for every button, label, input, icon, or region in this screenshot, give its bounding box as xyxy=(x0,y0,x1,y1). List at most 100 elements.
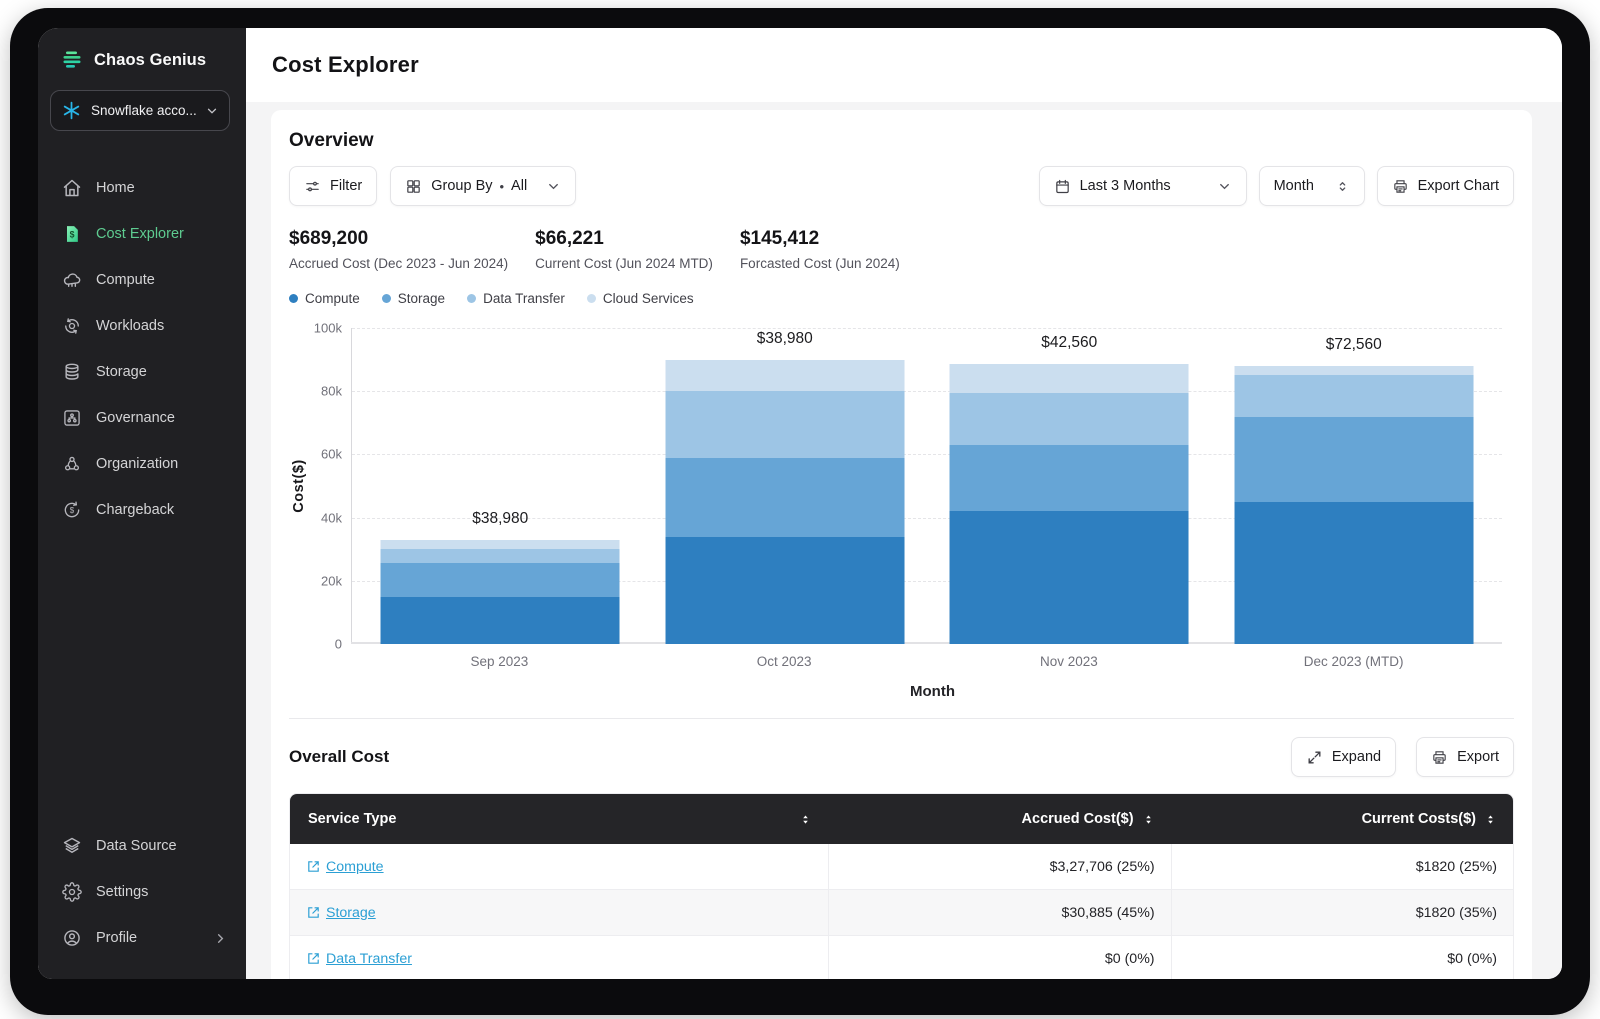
bar-value-label: $38,980 xyxy=(756,329,813,347)
bar-segment-cloud-services[interactable] xyxy=(949,364,1189,393)
x-axis-labels: Sep 2023 Oct 2023 Nov 2023 Dec 2023 (MTD) xyxy=(351,654,1502,669)
stacked-bar[interactable] xyxy=(1234,365,1474,644)
stat-label: Accrued Cost (Dec 2023 - Jun 2024) xyxy=(289,256,509,271)
external-link-icon xyxy=(308,907,319,918)
bar-segment-storage[interactable] xyxy=(949,444,1189,512)
sidebar-item-home[interactable]: Home xyxy=(38,165,246,211)
bar-segment-data-transfer[interactable] xyxy=(1234,375,1474,417)
accrued-cost-value: $30,885 (45%) xyxy=(828,890,1170,935)
bar-segment-cloud-services[interactable] xyxy=(1234,365,1474,376)
sidebar-item-organization[interactable]: Organization xyxy=(38,441,246,487)
data-transfer-link[interactable]: Data Transfer xyxy=(306,951,412,967)
granularity-value: Month xyxy=(1273,178,1314,194)
storage-link[interactable]: Storage xyxy=(306,905,376,921)
table-row-compute: Compute $3,27,706 (25%) $1820 (25%) xyxy=(290,844,1513,890)
date-range-select[interactable]: Last 3 Months xyxy=(1038,166,1247,206)
filter-sliders-icon xyxy=(306,181,319,191)
legend-item-cloud-services: Cloud Services xyxy=(586,291,694,306)
sidebar-item-label: Organization xyxy=(96,456,179,472)
filter-button[interactable]: Filter xyxy=(289,166,378,206)
current-cost-value: $0 (0%) xyxy=(1170,936,1513,979)
stacked-bar[interactable] xyxy=(949,364,1189,644)
chargeback-icon: $ xyxy=(64,501,80,518)
export-button[interactable]: Export xyxy=(1416,737,1514,777)
export-csv-icon xyxy=(1433,750,1446,764)
bar-segment-compute[interactable] xyxy=(665,536,905,644)
sidebar-item-settings[interactable]: Settings xyxy=(38,869,246,915)
bar-segment-data-transfer[interactable] xyxy=(665,391,905,458)
legend-label: Compute xyxy=(305,291,360,306)
current-cost-value: $1820 (25%) xyxy=(1170,844,1513,889)
sidebar-item-data-source[interactable]: Data Source xyxy=(38,823,246,869)
sidebar-item-label: Chargeback xyxy=(96,502,175,518)
chaos-genius-logo-icon xyxy=(63,51,81,68)
bar-segment-compute[interactable] xyxy=(949,511,1189,644)
sort-icon xyxy=(1145,814,1151,824)
expand-label: Expand xyxy=(1331,749,1382,765)
sidebar-item-storage[interactable]: Storage xyxy=(38,349,246,395)
up-down-chevrons-icon xyxy=(1339,181,1345,191)
bar-segment-storage[interactable] xyxy=(380,563,620,597)
y-tick-label: 60k xyxy=(321,446,342,462)
granularity-select[interactable]: Month xyxy=(1258,166,1365,206)
group-by-button[interactable]: Group By • All xyxy=(390,166,577,206)
sidebar-item-profile[interactable]: Profile xyxy=(38,915,246,961)
stacked-bar[interactable] xyxy=(665,359,905,644)
sidebar-item-governance[interactable]: Governance xyxy=(38,395,246,441)
sidebar-item-cost-explorer[interactable]: $ Cost Explorer xyxy=(38,211,246,257)
bar-value-label: $42,560 xyxy=(1041,334,1098,352)
export-csv-icon xyxy=(1393,179,1407,193)
legend-item-storage: Storage xyxy=(381,291,445,306)
stacked-bar[interactable] xyxy=(380,539,620,644)
account-selector[interactable]: Snowflake acco... xyxy=(50,90,230,131)
bar-segment-cloud-services[interactable] xyxy=(380,539,620,550)
bar-value-label: $38,980 xyxy=(472,509,529,527)
y-axis-title: Cost($) xyxy=(291,459,307,513)
legend-item-compute: Compute xyxy=(289,291,360,306)
y-tick-label: 40k xyxy=(321,510,342,526)
sidebar-item-label: Settings xyxy=(96,884,149,900)
bar-segment-compute[interactable] xyxy=(380,596,620,644)
accrued-cost-value: $3,27,706 (25%) xyxy=(828,844,1170,889)
bar-group-nov-2023: $42,560 xyxy=(927,328,1212,644)
bar-segment-storage[interactable] xyxy=(1234,416,1474,502)
calendar-icon xyxy=(1055,179,1069,193)
bar-segment-storage[interactable] xyxy=(665,457,905,537)
export-label: Export xyxy=(1457,749,1499,765)
sidebar-item-chargeback[interactable]: $ Chargeback xyxy=(38,487,246,533)
sort-icon xyxy=(803,814,808,824)
brand: Chaos Genius xyxy=(38,28,246,90)
layers-icon xyxy=(63,837,81,853)
sidebar-item-label: Cost Explorer xyxy=(96,226,184,242)
sidebar-item-label: Profile xyxy=(96,930,138,946)
bar-segment-data-transfer[interactable] xyxy=(380,549,620,564)
chevron-right-icon xyxy=(217,933,224,943)
bar-segment-cloud-services[interactable] xyxy=(665,359,905,392)
app-window: Chaos Genius Snowflake acco... Home $ Co… xyxy=(38,28,1562,979)
overall-cost-header: Overall Cost Expand Export xyxy=(289,737,1514,777)
compute-link[interactable]: Compute xyxy=(306,859,384,875)
external-link-icon xyxy=(308,953,319,964)
section-divider xyxy=(289,718,1514,719)
column-current-costs[interactable]: Current Costs($) xyxy=(1171,794,1513,844)
overview-title: Overview xyxy=(289,130,374,151)
workloads-icon xyxy=(65,318,79,334)
overall-cost-title: Overall Cost xyxy=(289,747,390,766)
sidebar: Chaos Genius Snowflake acco... Home $ Co… xyxy=(38,28,246,979)
export-chart-button[interactable]: Export Chart xyxy=(1376,166,1514,206)
home-icon xyxy=(63,179,81,197)
column-service-type[interactable]: Service Type xyxy=(290,794,828,844)
bar-group-oct-2023: $38,980 xyxy=(643,328,928,644)
stat-label: Current Cost (Jun 2024 MTD) xyxy=(535,256,713,271)
bar-segment-data-transfer[interactable] xyxy=(949,392,1189,445)
expand-icon xyxy=(1308,751,1321,763)
bar-segment-compute[interactable] xyxy=(1234,501,1474,644)
account-name: Snowflake acco... xyxy=(91,103,196,118)
expand-button[interactable]: Expand xyxy=(1290,737,1397,777)
column-accrued-cost[interactable]: Accrued Cost($) xyxy=(828,794,1170,844)
sort-icon xyxy=(1488,814,1493,824)
sidebar-item-compute[interactable]: Compute xyxy=(38,257,246,303)
cost-explorer-icon: $ xyxy=(67,226,78,242)
sidebar-item-workloads[interactable]: Workloads xyxy=(38,303,246,349)
date-range-value: Last 3 Months xyxy=(1079,178,1171,194)
